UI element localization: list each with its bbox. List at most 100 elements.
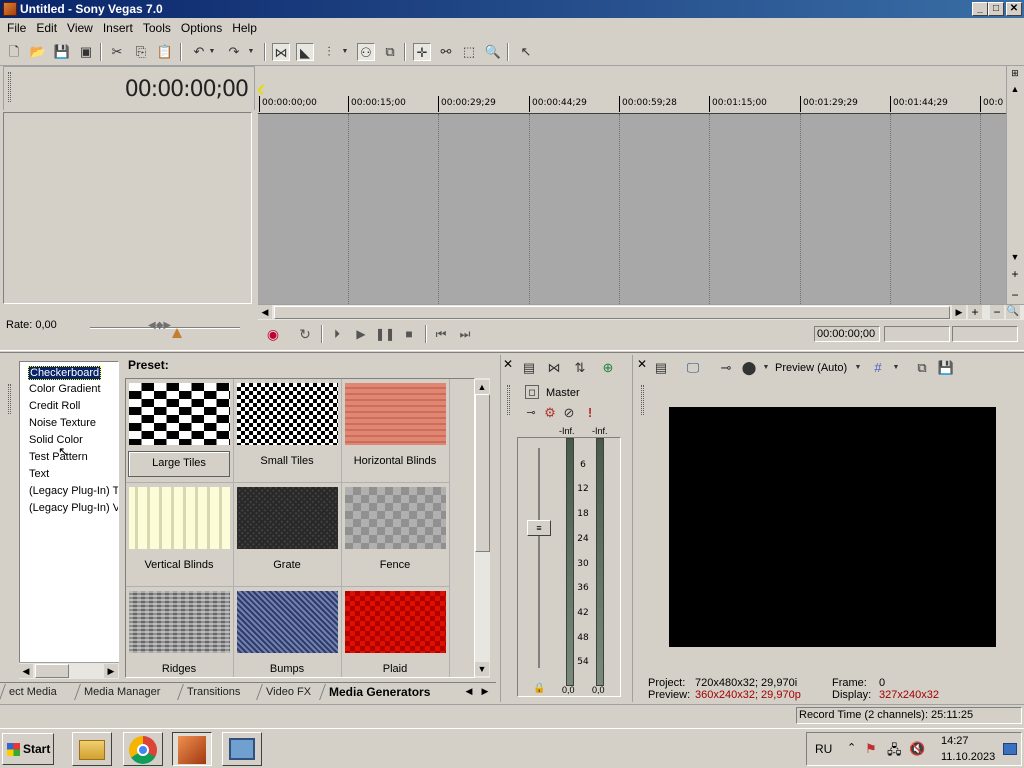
list-item[interactable]: Solid Color bbox=[29, 434, 83, 446]
generator-list-scrollbar[interactable]: ◀ ▶ bbox=[19, 662, 119, 679]
explorer-taskbar-button[interactable] bbox=[72, 732, 112, 766]
timeline-vertical-scrollbar[interactable]: ⊞ ▲ ▼ + − bbox=[1006, 66, 1024, 304]
envelope-tool-icon[interactable]: ⚯ bbox=[437, 43, 455, 61]
paste-icon[interactable]: 📋 bbox=[156, 43, 174, 61]
menu-help[interactable]: Help bbox=[227, 21, 262, 35]
preset-ridges[interactable]: Ridges bbox=[126, 587, 234, 677]
tab-media-manager[interactable]: Media Manager bbox=[74, 684, 170, 700]
preset-bumps[interactable]: Bumps bbox=[234, 587, 342, 677]
tab-explorer[interactable]: ect Media bbox=[0, 684, 66, 700]
solo-icon[interactable]: ! bbox=[581, 404, 599, 422]
split-screen-icon[interactable]: ⊸ bbox=[717, 359, 735, 377]
scroll-right-icon[interactable]: ▶ bbox=[952, 305, 966, 319]
preset-vertical-blinds[interactable]: Vertical Blinds bbox=[126, 483, 234, 587]
master-fader-track[interactable] bbox=[538, 448, 540, 668]
volume-muted-icon[interactable]: 🔇 bbox=[909, 741, 925, 757]
zoom-in-vertical-icon[interactable]: + bbox=[1008, 267, 1022, 281]
new-file-icon[interactable]: 🗋 bbox=[5, 43, 23, 61]
overlays-dropdown-icon[interactable]: ▼ bbox=[891, 359, 901, 377]
zoom-out-horizontal-icon[interactable]: − bbox=[990, 305, 1004, 319]
cut-icon[interactable]: ✂ bbox=[108, 43, 126, 61]
play-from-start-icon[interactable]: ⏵ bbox=[327, 325, 347, 343]
tab-video-fx[interactable]: Video FX bbox=[256, 684, 320, 700]
record-icon[interactable]: ◉ bbox=[263, 325, 283, 343]
zoom-out-vertical-icon[interactable]: − bbox=[1008, 288, 1022, 302]
master-fx-icon[interactable]: ⚙ bbox=[541, 404, 559, 422]
redo-icon[interactable]: ↷ bbox=[225, 43, 243, 61]
save-icon[interactable]: 💾 bbox=[53, 43, 71, 61]
downmix-icon[interactable]: ⋈ bbox=[545, 359, 563, 377]
tray-expand-icon[interactable]: ⌃ bbox=[847, 741, 856, 754]
clock-time[interactable]: 14:27 bbox=[941, 735, 969, 747]
normal-edit-tool-icon[interactable]: ✛ bbox=[413, 43, 431, 61]
time-ruler[interactable]: 00:00:00;00 00:00:15;00 00:00:29;29 00:0… bbox=[258, 94, 1006, 114]
preset-grate[interactable]: Grate bbox=[234, 483, 342, 587]
list-item[interactable]: Noise Texture bbox=[29, 417, 96, 429]
go-to-start-icon[interactable]: ⏮ bbox=[431, 325, 451, 343]
minimize-button[interactable]: _ bbox=[972, 2, 988, 16]
go-to-end-icon[interactable]: ⏭ bbox=[455, 325, 475, 343]
show-desktop-icon[interactable] bbox=[1003, 743, 1017, 755]
scroll-down-icon[interactable]: ▼ bbox=[475, 662, 489, 676]
zoom-in-horizontal-icon[interactable]: + bbox=[968, 305, 982, 319]
preview-mode-dropdown-icon[interactable]: ▼ bbox=[853, 359, 863, 377]
track-properties-icon[interactable]: ⊞ bbox=[1008, 66, 1022, 80]
save-snapshot-icon[interactable]: 💾 bbox=[937, 359, 955, 377]
control-panel-taskbar-button[interactable] bbox=[222, 732, 262, 766]
menu-edit[interactable]: Edit bbox=[31, 21, 62, 35]
menu-tools[interactable]: Tools bbox=[138, 21, 176, 35]
menu-options[interactable]: Options bbox=[176, 21, 227, 35]
scroll-up-icon[interactable]: ▲ bbox=[475, 380, 489, 394]
chrome-taskbar-button[interactable] bbox=[123, 732, 163, 766]
master-bus-icon[interactable]: ◻ bbox=[525, 385, 539, 399]
dim-output-icon[interactable]: ⇅ bbox=[571, 359, 589, 377]
preview-quality-icon[interactable]: ⬤ bbox=[740, 359, 758, 377]
action-center-icon[interactable]: ⚑ bbox=[865, 741, 877, 757]
master-fader-handle[interactable]: ≡ bbox=[527, 520, 551, 536]
auto-ripple-icon[interactable]: ⫶ bbox=[320, 43, 338, 61]
mixer-close-icon[interactable]: ✕ bbox=[503, 357, 513, 371]
rate-slider[interactable]: ◀◆▶ bbox=[90, 320, 240, 338]
selection-tool-icon[interactable]: ⬚ bbox=[460, 43, 478, 61]
preset-small-tiles[interactable]: Small Tiles bbox=[234, 379, 342, 483]
open-folder-icon[interactable]: 📂 bbox=[29, 43, 47, 61]
list-item[interactable]: Credit Roll bbox=[29, 400, 80, 412]
scroll-up-icon[interactable]: ▲ bbox=[1008, 82, 1022, 96]
snapping-icon[interactable]: ⋈ bbox=[272, 43, 290, 61]
preset-scrollbar[interactable]: ▲ ▼ bbox=[475, 378, 490, 678]
list-item[interactable]: Color Gradient bbox=[29, 383, 101, 395]
ripple-dropdown-icon[interactable]: ▼ bbox=[340, 43, 350, 61]
external-monitor-icon[interactable]: 🖵 bbox=[684, 359, 702, 377]
copy-snapshot-icon[interactable]: ⧉ bbox=[913, 359, 931, 377]
maximize-button[interactable]: □ bbox=[988, 2, 1004, 16]
whats-this-help-icon[interactable]: ↖ bbox=[517, 43, 535, 61]
auto-crossfade-icon[interactable]: ◣ bbox=[296, 43, 314, 61]
stop-icon[interactable]: ■ bbox=[399, 325, 419, 343]
generator-list[interactable]: Checkerboard Color Gradient Credit Roll … bbox=[19, 361, 119, 679]
track-area[interactable] bbox=[258, 114, 1006, 304]
list-item-checkerboard[interactable]: Checkerboard bbox=[28, 366, 102, 380]
undo-dropdown-icon[interactable]: ▼ bbox=[207, 43, 217, 61]
menu-insert[interactable]: Insert bbox=[98, 21, 138, 35]
scroll-left-icon[interactable]: ◀ bbox=[19, 664, 33, 678]
preview-close-icon[interactable]: ✕ bbox=[637, 357, 647, 371]
fader-lock-icon[interactable]: 🔒 bbox=[533, 683, 545, 694]
copy-icon[interactable]: ⎘ bbox=[132, 43, 150, 61]
insert-bus-icon[interactable]: ⊕ bbox=[599, 359, 617, 377]
loop-playback-icon[interactable]: ↻ bbox=[295, 325, 315, 343]
close-button[interactable]: ✕ bbox=[1006, 2, 1022, 16]
overlays-icon[interactable]: # bbox=[869, 359, 887, 377]
tab-scroll-left-icon[interactable]: ◀ bbox=[462, 684, 476, 698]
scroll-right-icon[interactable]: ▶ bbox=[104, 664, 118, 678]
network-icon[interactable]: 🖧 bbox=[887, 741, 902, 763]
bus-route-icon[interactable]: ⊸ bbox=[522, 404, 540, 422]
language-indicator[interactable]: RU bbox=[815, 742, 832, 756]
clock-date[interactable]: 11.10.2023 bbox=[941, 751, 995, 763]
ignore-grouping-icon[interactable]: ⧉ bbox=[381, 43, 399, 61]
scroll-left-icon[interactable]: ◀ bbox=[258, 305, 272, 319]
timeline-horizontal-scrollbar[interactable]: ◀ ▶ + − 🔍 bbox=[258, 304, 1024, 320]
preset-horizontal-blinds[interactable]: Horizontal Blinds bbox=[342, 379, 450, 483]
mute-icon[interactable]: ⊘ bbox=[560, 404, 578, 422]
tab-media-generators[interactable]: Media Generators bbox=[319, 684, 440, 700]
preview-mode[interactable]: Preview (Auto) bbox=[775, 362, 847, 374]
